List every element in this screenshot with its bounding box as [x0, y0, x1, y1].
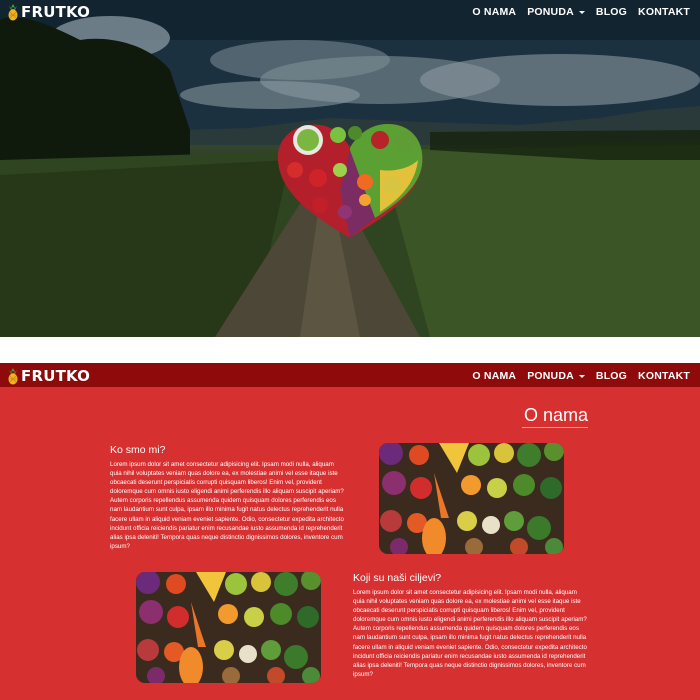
- nav-item-label: BLOG: [595, 6, 628, 18]
- pineapple-icon: [6, 3, 20, 21]
- nav-item-label: O NAMA: [472, 370, 517, 382]
- main-nav: O NAMA PONUDA BLOG KONTAKT: [472, 6, 690, 18]
- nav-item-label: O NAMA: [472, 6, 517, 18]
- block-heading: Ko smo mi?: [110, 444, 166, 456]
- caret-down-icon: [578, 375, 585, 378]
- brand-name: FRUTKO: [21, 367, 91, 385]
- nav-item-blog[interactable]: BLOG: [596, 370, 627, 382]
- nav-item-label: PONUDA: [527, 370, 574, 382]
- nav-item-o-nama[interactable]: O NAMA: [472, 370, 516, 382]
- nav-item-kontakt[interactable]: KONTAKT: [638, 370, 690, 382]
- nav-item-label: PONUDA: [527, 6, 574, 18]
- main-nav: O NAMA PONUDA BLOG KONTAKT: [472, 370, 690, 382]
- brand-logo[interactable]: FRUTKO: [6, 367, 90, 385]
- block-body: Lorem ipsum dolor sit amet consectetur a…: [353, 589, 587, 678]
- nav-item-ponuda[interactable]: PONUDA: [527, 370, 585, 382]
- title-underline: [522, 427, 588, 428]
- nav-item-label: KONTAKT: [638, 6, 690, 18]
- nav-item-o-nama[interactable]: O NAMA: [472, 6, 516, 18]
- block-heading: Koji su naši ciljevi?: [353, 572, 442, 584]
- about-section: FRUTKO O NAMA PONUDA BLOG KONTAKT O nama…: [0, 363, 700, 700]
- nav-item-blog[interactable]: BLOG: [596, 6, 627, 18]
- section-spacer: [0, 337, 700, 363]
- section-title: O nama: [524, 405, 589, 425]
- pineapple-icon: [6, 367, 20, 385]
- block-body: Lorem ipsum dolor sit amet consectetur a…: [110, 461, 344, 550]
- fruits-vegetables-photo: [379, 443, 564, 554]
- fruits-vegetables-photo: [136, 572, 321, 683]
- nav-item-ponuda[interactable]: PONUDA: [527, 6, 585, 18]
- caret-down-icon: [578, 11, 585, 14]
- brand-name: FRUTKO: [21, 3, 91, 21]
- nav-item-label: BLOG: [595, 370, 628, 382]
- hero-navbar: FRUTKO O NAMA PONUDA BLOG KONTAKT: [0, 0, 700, 24]
- nav-item-label: KONTAKT: [638, 370, 690, 382]
- hero-landscape-image: [0, 0, 700, 337]
- sticky-navbar: FRUTKO O NAMA PONUDA BLOG KONTAKT: [0, 363, 700, 387]
- nav-item-kontakt[interactable]: KONTAKT: [638, 6, 690, 18]
- brand-logo[interactable]: FRUTKO: [6, 3, 90, 21]
- hero-section: FRUTKO O NAMA PONUDA BLOG KONTAKT: [0, 0, 700, 337]
